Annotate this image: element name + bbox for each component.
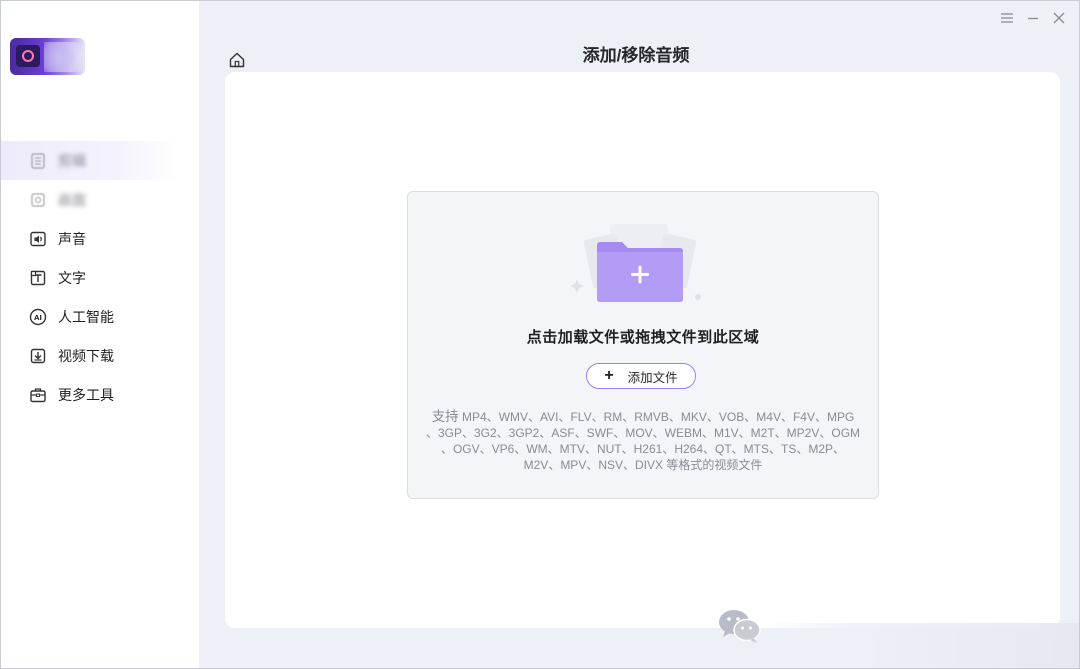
logo-mark-icon [16,45,40,67]
page-title: 添加/移除音频 [582,46,690,65]
supported-formats-text: 支持 MP4、WMV、AVI、FLV、RM、RMVB、MKV、VOB、M4V、F… [425,409,861,472]
toolbox-icon [29,386,47,404]
download-icon [29,347,47,365]
svg-text:AI: AI [34,314,42,322]
sidebar-item-more-tools[interactable]: 更多工具 [1,375,199,414]
sidebar-item-ai[interactable]: AI 人工智能 [1,297,199,336]
trim-icon [29,152,47,170]
ai-icon: AI [29,308,47,326]
app-logo[interactable] [10,38,85,75]
sidebar-item-label: 人工智能 [58,308,114,325]
close-button[interactable] [1051,10,1067,26]
sidebar-item-label: 视频下载 [58,347,114,364]
sidebar-item-0[interactable]: 剪辑 [1,141,199,180]
sidebar-item-video-download[interactable]: 视频下载 [1,336,199,375]
home-icon [229,52,245,68]
sidebar-item-label: 更多工具 [58,386,114,403]
hamburger-menu-icon [1001,13,1013,23]
main-content-panel: 点击加载文件或拖拽文件到此区域 + 添加文件 支持 MP4、WMV、AVI、FL… [225,72,1060,628]
sidebar-item-label: 声音 [58,230,86,247]
sidebar-item-text[interactable]: 文字 [1,258,199,297]
add-file-label: 添加文件 [627,370,678,385]
minimize-button[interactable] [1025,10,1041,26]
wechat-icon [719,610,761,643]
frame-icon [29,191,47,209]
sidebar-item-label: 画面 [58,191,86,208]
window-controls [999,10,1067,26]
plus-icon: + [604,367,614,384]
home-button[interactable] [228,51,246,69]
file-drop-zone[interactable]: 点击加载文件或拖拽文件到此区域 + 添加文件 支持 MP4、WMV、AVI、FL… [407,191,879,499]
close-icon [1053,12,1065,24]
sidebar-item-label: 文字 [58,269,86,286]
sound-icon [29,230,47,248]
minimize-icon [1028,17,1038,20]
sidebar-item-label: 剪辑 [58,152,86,169]
watermark-area [761,623,1079,668]
text-icon [29,269,47,287]
add-folder-icon [570,224,701,302]
sidebar-nav: 剪辑 画面 声音 文字 AI 人工智能 视频下载 更多工具 [1,141,199,414]
sidebar-item-sound[interactable]: 声音 [1,219,199,258]
drop-prompt: 点击加载文件或拖拽文件到此区域 [526,329,760,346]
menu-button[interactable] [999,10,1015,26]
sidebar: 剪辑 画面 声音 文字 AI 人工智能 视频下载 更多工具 [1,1,199,668]
app-window: 剪辑 画面 声音 文字 AI 人工智能 视频下载 更多工具 添加/移除音频 点击… [0,0,1080,669]
add-file-button[interactable]: + 添加文件 [586,363,696,389]
sidebar-item-1[interactable]: 画面 [1,180,199,219]
